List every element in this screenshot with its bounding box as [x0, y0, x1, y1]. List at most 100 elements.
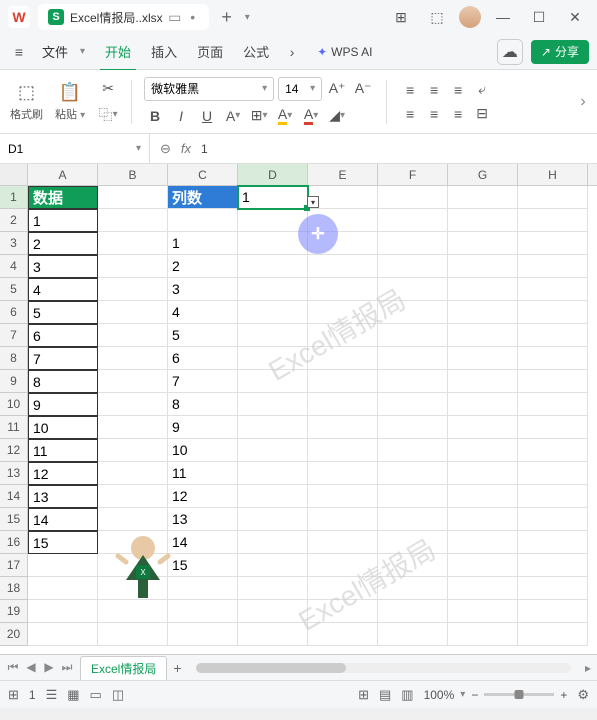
close-button[interactable]: ✕: [561, 3, 589, 31]
cell[interactable]: [378, 416, 448, 439]
sheet-last-icon[interactable]: ⏭: [60, 660, 74, 675]
colhead-D[interactable]: D: [238, 164, 308, 185]
cell[interactable]: [238, 278, 308, 301]
cell[interactable]: 4: [28, 278, 98, 301]
cell[interactable]: [448, 531, 518, 554]
cell[interactable]: 7: [28, 347, 98, 370]
cell[interactable]: 4: [168, 301, 238, 324]
cell[interactable]: [98, 600, 168, 623]
increase-font-icon[interactable]: A⁺: [326, 78, 348, 100]
align-top-icon[interactable]: ≡: [399, 79, 421, 101]
cell[interactable]: [518, 370, 588, 393]
cell[interactable]: [448, 232, 518, 255]
rowhead[interactable]: 14: [0, 485, 28, 508]
cell[interactable]: [378, 554, 448, 577]
border-button[interactable]: ⊞▾: [248, 105, 270, 127]
cut-icon[interactable]: ✂: [97, 78, 119, 100]
cell[interactable]: [448, 600, 518, 623]
tab-home[interactable]: 开始: [95, 36, 141, 67]
cell[interactable]: [378, 577, 448, 600]
cell[interactable]: [168, 209, 238, 232]
wps-ai-button[interactable]: ✦ WPS AI: [317, 45, 372, 59]
cell[interactable]: 3: [28, 255, 98, 278]
cell[interactable]: 7: [168, 370, 238, 393]
hamburger-icon[interactable]: ≡: [8, 41, 30, 63]
cell[interactable]: [238, 301, 308, 324]
underline-button[interactable]: U: [196, 105, 218, 127]
cell[interactable]: [518, 485, 588, 508]
cell[interactable]: [518, 324, 588, 347]
grid[interactable]: A B C D E F G H 1数据列数1213214325436547658…: [0, 164, 597, 654]
scroll-right-icon[interactable]: ▸: [585, 661, 591, 675]
cell[interactable]: [238, 439, 308, 462]
select-all-corner[interactable]: [0, 164, 28, 185]
cell[interactable]: [518, 462, 588, 485]
colhead-E[interactable]: E: [308, 164, 378, 185]
list-icon[interactable]: ☰: [46, 687, 58, 703]
cell[interactable]: [448, 393, 518, 416]
cell[interactable]: [98, 462, 168, 485]
cell[interactable]: [238, 462, 308, 485]
settings-icon[interactable]: ⚙: [577, 687, 589, 703]
cell[interactable]: [378, 186, 448, 209]
cell[interactable]: [448, 508, 518, 531]
cell[interactable]: [378, 278, 448, 301]
cell[interactable]: [308, 416, 378, 439]
cell[interactable]: 8: [28, 370, 98, 393]
cell[interactable]: 11: [28, 439, 98, 462]
rowhead[interactable]: 1: [0, 186, 28, 209]
cell[interactable]: [238, 416, 308, 439]
cell[interactable]: [378, 531, 448, 554]
sheet-tab[interactable]: Excel情报局: [80, 656, 167, 680]
reader-icon[interactable]: ◫: [112, 687, 124, 703]
cell[interactable]: 10: [168, 439, 238, 462]
maximize-button[interactable]: ☐: [525, 3, 553, 31]
cell[interactable]: [448, 623, 518, 646]
tab-formula[interactable]: 公式: [233, 36, 279, 67]
cell[interactable]: [378, 508, 448, 531]
page-icon[interactable]: ▭: [90, 687, 102, 703]
more-tabs-icon[interactable]: ›: [281, 41, 303, 63]
cell[interactable]: [98, 393, 168, 416]
cloud-button[interactable]: ☁: [497, 39, 523, 65]
avatar[interactable]: [459, 6, 481, 28]
cell[interactable]: [238, 255, 308, 278]
tab-dropdown-icon[interactable]: ▾: [245, 12, 250, 23]
italic-button[interactable]: I: [170, 105, 192, 127]
cell[interactable]: 数据: [28, 186, 98, 209]
cell[interactable]: [308, 577, 378, 600]
dropdown-handle[interactable]: ▾: [307, 196, 319, 208]
cell[interactable]: [308, 623, 378, 646]
cell[interactable]: [378, 209, 448, 232]
cell[interactable]: [238, 554, 308, 577]
cell[interactable]: [378, 324, 448, 347]
cell[interactable]: 2: [168, 255, 238, 278]
format-brush-group[interactable]: ⬚ 格式刷: [10, 82, 43, 122]
cell[interactable]: 2: [28, 232, 98, 255]
cell[interactable]: [308, 370, 378, 393]
cell[interactable]: [308, 439, 378, 462]
cell[interactable]: [238, 531, 308, 554]
cell[interactable]: [518, 439, 588, 462]
cell[interactable]: [518, 508, 588, 531]
cell[interactable]: [448, 255, 518, 278]
cell[interactable]: [448, 347, 518, 370]
rowhead[interactable]: 13: [0, 462, 28, 485]
cell[interactable]: [168, 600, 238, 623]
colhead-H[interactable]: H: [518, 164, 588, 185]
cell[interactable]: [28, 554, 98, 577]
rowhead[interactable]: 20: [0, 623, 28, 646]
cell[interactable]: 10: [28, 416, 98, 439]
cell[interactable]: [378, 485, 448, 508]
zoom-out-icon[interactable]: −: [471, 688, 478, 702]
cell[interactable]: 9: [168, 416, 238, 439]
colhead-A[interactable]: A: [28, 164, 98, 185]
font-a-button[interactable]: A▾: [222, 105, 244, 127]
cell[interactable]: [98, 439, 168, 462]
cell[interactable]: [98, 370, 168, 393]
bold-button[interactable]: B: [144, 105, 166, 127]
cell[interactable]: 5: [168, 324, 238, 347]
colhead-F[interactable]: F: [378, 164, 448, 185]
cell[interactable]: [98, 186, 168, 209]
cell[interactable]: [238, 393, 308, 416]
